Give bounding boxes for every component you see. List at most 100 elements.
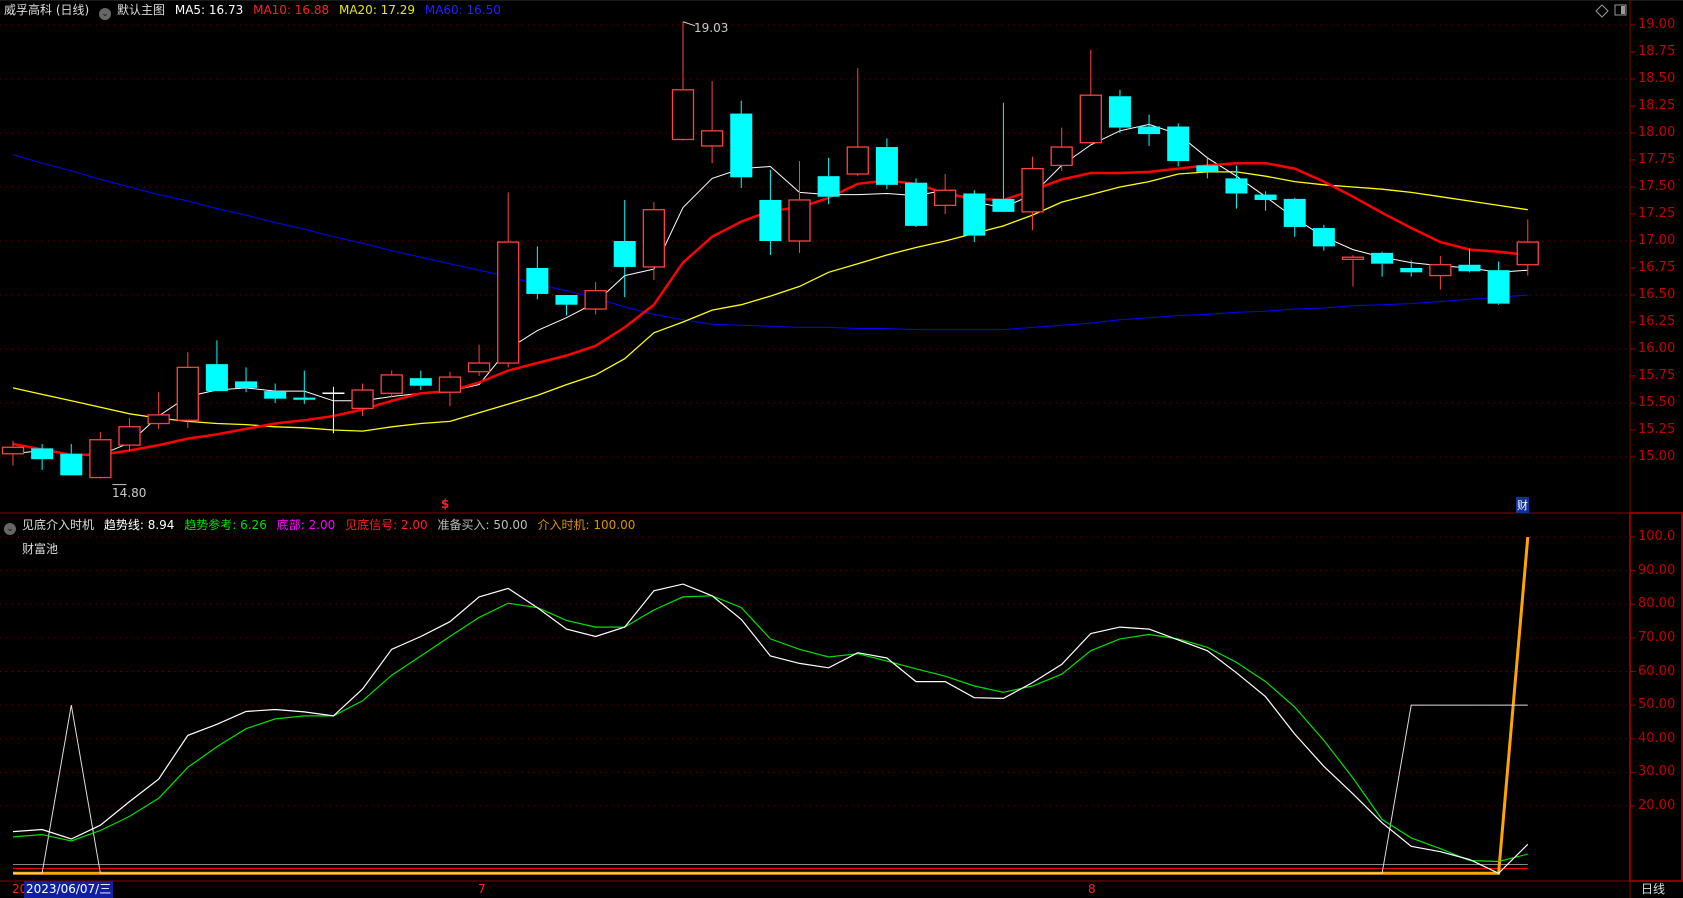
candle-body — [730, 113, 753, 178]
candlestick — [1371, 251, 1394, 277]
prepare-buy-value: 准备买入: 50.00 — [437, 518, 528, 532]
indicator-tick-label: 100.0 — [1638, 529, 1676, 544]
stock-title[interactable]: 威孚高科 (日线) — [4, 3, 89, 17]
candle-body — [438, 376, 462, 393]
candlestick — [1167, 123, 1190, 167]
candle-body — [788, 199, 811, 242]
price-tick-label: 18.00 — [1638, 125, 1676, 140]
price-tick-label: 18.75 — [1638, 44, 1676, 59]
candle-body — [1487, 270, 1510, 304]
candlestick — [1196, 156, 1219, 179]
candle-body — [409, 378, 432, 386]
candlestick — [1400, 260, 1423, 277]
template-selector[interactable]: 默认主图 — [117, 3, 165, 17]
candle-body — [759, 199, 782, 241]
price-tick-label: 19.00 — [1638, 17, 1676, 32]
candle-body — [992, 198, 1015, 212]
candle-body — [467, 362, 491, 373]
candlestick — [905, 178, 928, 227]
candle-body — [642, 209, 666, 268]
wealth-pool-label: 财富池 — [22, 542, 59, 556]
candle-body — [1371, 252, 1394, 264]
bottom-signal-value: 见底信号: 2.00 — [345, 518, 428, 532]
diamond-icon[interactable] — [1595, 4, 1609, 18]
candle-body — [817, 176, 840, 197]
indicator-tick-label: 40.00 — [1638, 730, 1676, 746]
price-tick-label: 16.75 — [1638, 260, 1676, 275]
price-tick-label: 17.50 — [1638, 179, 1676, 194]
main-chart-header: 威孚高科 (日线) ⌄ 默认主图 MA5: 16.73 MA10: 16.88 M… — [4, 1, 507, 20]
ma10-value: MA10: 16.88 — [253, 3, 330, 17]
candle-body — [700, 130, 724, 147]
chevron-down-icon[interactable]: ⌄ — [4, 523, 16, 535]
candle-body — [526, 268, 549, 294]
candlestick — [89, 432, 112, 479]
candle-body — [31, 448, 54, 460]
price-tick-label: 17.00 — [1638, 233, 1676, 248]
candle-body — [613, 241, 636, 267]
candle-body — [1167, 126, 1190, 162]
candlestick — [1487, 261, 1510, 305]
price-tick-label: 17.75 — [1638, 152, 1676, 167]
month-label-7: 7 — [478, 882, 486, 896]
price-panel[interactable] — [1, 21, 1539, 486]
entry-value: 介入时机: 100.00 — [537, 518, 636, 532]
indicator-tick-label: 20.00 — [1638, 798, 1676, 813]
candle-body — [1, 446, 25, 455]
kline-chart[interactable] — [0, 0, 1683, 898]
indicator-name[interactable]: 见底介入时机 — [22, 518, 94, 532]
candlestick — [1079, 49, 1102, 144]
candle-body — [875, 147, 898, 185]
candle-body — [934, 189, 957, 207]
candle-body — [60, 453, 83, 476]
period-selector[interactable]: 日线 — [1641, 881, 1665, 898]
candle-body — [147, 414, 170, 425]
candle-body — [905, 182, 928, 226]
chart-frame — [0, 0, 1683, 898]
trend-ref-value: 趋势参考: 6.26 — [184, 518, 267, 532]
candle-body — [1138, 126, 1161, 135]
finance-marker[interactable]: 财 — [1516, 497, 1529, 513]
chevron-down-icon[interactable]: ⌄ — [99, 8, 112, 20]
candlestick — [963, 190, 986, 243]
candlestick — [671, 21, 695, 141]
candlestick — [60, 444, 83, 476]
candlestick — [380, 370, 403, 398]
grid-lines — [0, 24, 1636, 807]
candlestick — [409, 370, 432, 391]
panel-toggle-icon[interactable] — [1614, 4, 1627, 16]
indicator-header: ⌄ 见底介入时机 趋势线: 8.94 趋势参考: 6.26 底部: 2.00 见底… — [4, 516, 641, 535]
candlestick — [846, 68, 869, 177]
price-tick-label: 16.25 — [1638, 314, 1676, 329]
candle-body — [351, 389, 374, 410]
candlestick — [1108, 89, 1131, 133]
candlestick — [1341, 255, 1365, 287]
indicator-tick-label: 50.00 — [1638, 697, 1676, 713]
prepare-buy-line — [13, 704, 1528, 874]
dollar-marker[interactable]: $ — [441, 497, 449, 511]
candle-body — [1341, 256, 1365, 261]
candle-body — [584, 290, 607, 310]
candle-body — [205, 364, 228, 392]
candle-body — [671, 89, 695, 141]
price-tick-label: 15.50 — [1638, 395, 1676, 410]
indicator-tick-label: 90.00 — [1638, 562, 1676, 578]
ma20-value: MA20: 17.29 — [338, 3, 416, 17]
candle-body — [1108, 96, 1131, 128]
candle-body — [293, 397, 316, 400]
indicator-tick-label: 30.00 — [1638, 764, 1676, 780]
candlestick — [1254, 191, 1277, 211]
trend-ref-line — [12, 595, 1528, 863]
indicator-tick-label: 80.00 — [1638, 596, 1676, 612]
candlestick — [497, 192, 520, 368]
indicator-tick-label: 60.00 — [1638, 663, 1676, 679]
ma60-value: MA60: 16.50 — [424, 3, 501, 17]
candlestick — [992, 102, 1015, 212]
candle-body — [1283, 198, 1306, 227]
candlestick — [584, 282, 607, 315]
candle-body — [380, 374, 403, 394]
ma5-value: MA5: 16.73 — [174, 3, 244, 17]
candlestick — [1516, 219, 1539, 276]
candlestick — [176, 352, 199, 428]
candle-body — [89, 439, 112, 479]
